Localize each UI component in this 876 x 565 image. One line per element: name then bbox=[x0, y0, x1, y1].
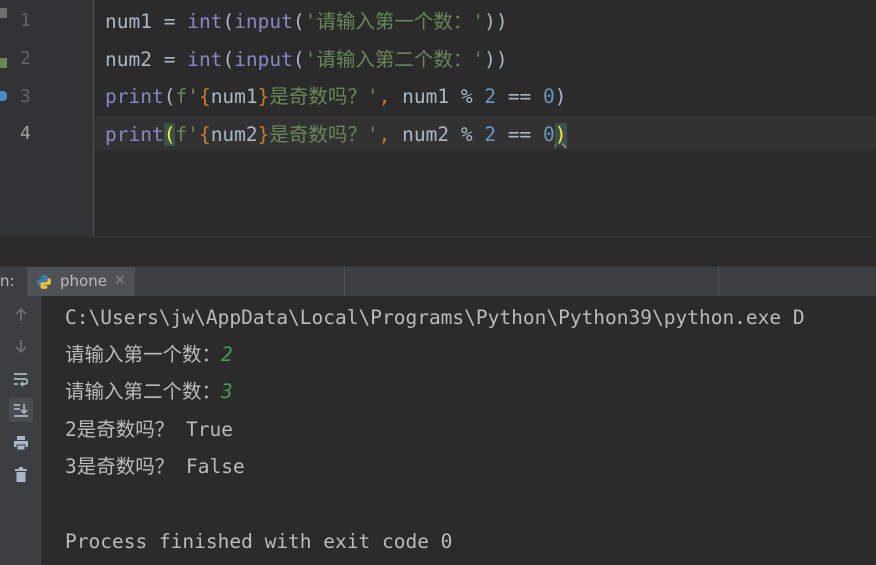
console-result-line: 3是奇数吗？ False bbox=[65, 455, 245, 478]
code-token: 是奇数吗？' bbox=[269, 123, 379, 146]
change-marker bbox=[0, 58, 7, 68]
line-number: 1 bbox=[20, 10, 31, 31]
code-line-1[interactable]: num1 = int(input('请输入第一个数：')) bbox=[105, 8, 508, 36]
code-token: f' bbox=[175, 85, 199, 108]
code-token: int bbox=[187, 48, 223, 71]
arrow-up-icon[interactable] bbox=[9, 303, 33, 327]
code-token: input bbox=[234, 48, 293, 71]
line-number: 2 bbox=[20, 48, 31, 69]
run-console-output[interactable]: C:\Users\jw\AppData\Local\Programs\Pytho… bbox=[42, 296, 876, 565]
scroll-to-end-icon[interactable] bbox=[9, 398, 33, 422]
run-tab-label: phone bbox=[60, 272, 107, 290]
code-token: input bbox=[234, 10, 293, 33]
code-token: 0 bbox=[543, 123, 555, 146]
run-side-toolbar bbox=[0, 296, 42, 565]
code-token: num2 bbox=[105, 48, 164, 71]
code-token: ( bbox=[222, 48, 235, 71]
code-token: )) bbox=[484, 10, 508, 33]
editor-bottom-area bbox=[0, 236, 876, 267]
code-token: ( bbox=[292, 10, 305, 33]
close-icon[interactable]: × bbox=[114, 272, 126, 288]
line-number: 3 bbox=[20, 86, 31, 107]
console-prompt: 请输入第一个数： bbox=[65, 343, 222, 366]
code-token: )) bbox=[484, 48, 508, 71]
code-token: == bbox=[496, 123, 544, 146]
python-icon bbox=[37, 275, 51, 289]
code-token: ) bbox=[554, 123, 567, 146]
console-prompt-line: 请输入第二个数：3 bbox=[65, 377, 233, 407]
code-token: ) bbox=[554, 85, 567, 108]
code-line-4[interactable]: print(f'{num2}是奇数吗？', num2 % 2 == 0) bbox=[105, 121, 567, 149]
code-token: 2 bbox=[484, 123, 497, 146]
code-token: int bbox=[187, 10, 223, 33]
code-token: num1 % bbox=[390, 85, 485, 108]
code-token: num2 % bbox=[390, 123, 485, 146]
code-token: { bbox=[198, 123, 211, 146]
console-prompt: 请输入第二个数： bbox=[65, 380, 222, 403]
console-command-line: C:\Users\jw\AppData\Local\Programs\Pytho… bbox=[65, 306, 805, 329]
editor-left-strip bbox=[0, 0, 8, 236]
code-token: , bbox=[378, 85, 391, 108]
code-token: 是奇数吗？' bbox=[269, 85, 379, 108]
soft-wrap-icon[interactable] bbox=[9, 367, 33, 391]
console-user-input: 2 bbox=[221, 343, 233, 366]
code-line-2[interactable]: num2 = int(input('请输入第二个数：')) bbox=[105, 46, 508, 74]
code-token: num1 bbox=[105, 10, 164, 33]
console-user-input: 3 bbox=[221, 380, 233, 403]
code-token: == bbox=[496, 85, 544, 108]
code-token: num1 bbox=[210, 85, 258, 108]
header-divider bbox=[718, 267, 719, 296]
code-token: { bbox=[198, 85, 211, 108]
code-token: ( bbox=[163, 85, 176, 108]
console-exit-line: Process finished with exit code 0 bbox=[65, 530, 453, 553]
code-token: '请输入第一个数：' bbox=[304, 10, 485, 33]
code-token: , bbox=[378, 123, 391, 146]
print-icon[interactable] bbox=[9, 431, 33, 455]
line-number-gutter[interactable]: 1 2 3 4 bbox=[8, 0, 93, 236]
code-token: num2 bbox=[210, 123, 258, 146]
console-prompt-line: 请输入第一个数：2 bbox=[65, 340, 233, 370]
code-token: = bbox=[163, 48, 176, 71]
code-token: } bbox=[257, 85, 270, 108]
code-token: } bbox=[257, 123, 270, 146]
code-token: f' bbox=[175, 123, 199, 146]
code-token: 2 bbox=[484, 85, 497, 108]
arrow-down-icon[interactable] bbox=[9, 334, 33, 358]
breakpoint-marker bbox=[0, 91, 7, 101]
code-token: ( bbox=[222, 10, 235, 33]
code-token: print bbox=[105, 85, 164, 108]
console-result-line: 2是奇数吗？ True bbox=[65, 418, 233, 441]
code-token: = bbox=[163, 10, 176, 33]
run-tab-phone[interactable]: phone × bbox=[27, 267, 135, 296]
trash-icon[interactable] bbox=[9, 463, 33, 487]
line-number-current: 4 bbox=[20, 123, 31, 144]
code-token: print bbox=[105, 123, 164, 146]
code-line-3[interactable]: print(f'{num1}是奇数吗？', num1 % 2 == 0) bbox=[105, 83, 567, 111]
header-divider bbox=[344, 267, 345, 296]
run-tool-window-header: n: phone × bbox=[0, 266, 876, 297]
code-token: ( bbox=[163, 123, 176, 146]
code-token: '请输入第二个数：' bbox=[304, 48, 485, 71]
code-token: 0 bbox=[543, 85, 555, 108]
code-editor[interactable]: 1 2 3 4 num1 = int(input('请输入第一个数：')) nu… bbox=[0, 0, 876, 236]
run-label: n: bbox=[0, 272, 15, 290]
bookmark-marker bbox=[0, 8, 7, 18]
code-token: ( bbox=[292, 48, 305, 71]
